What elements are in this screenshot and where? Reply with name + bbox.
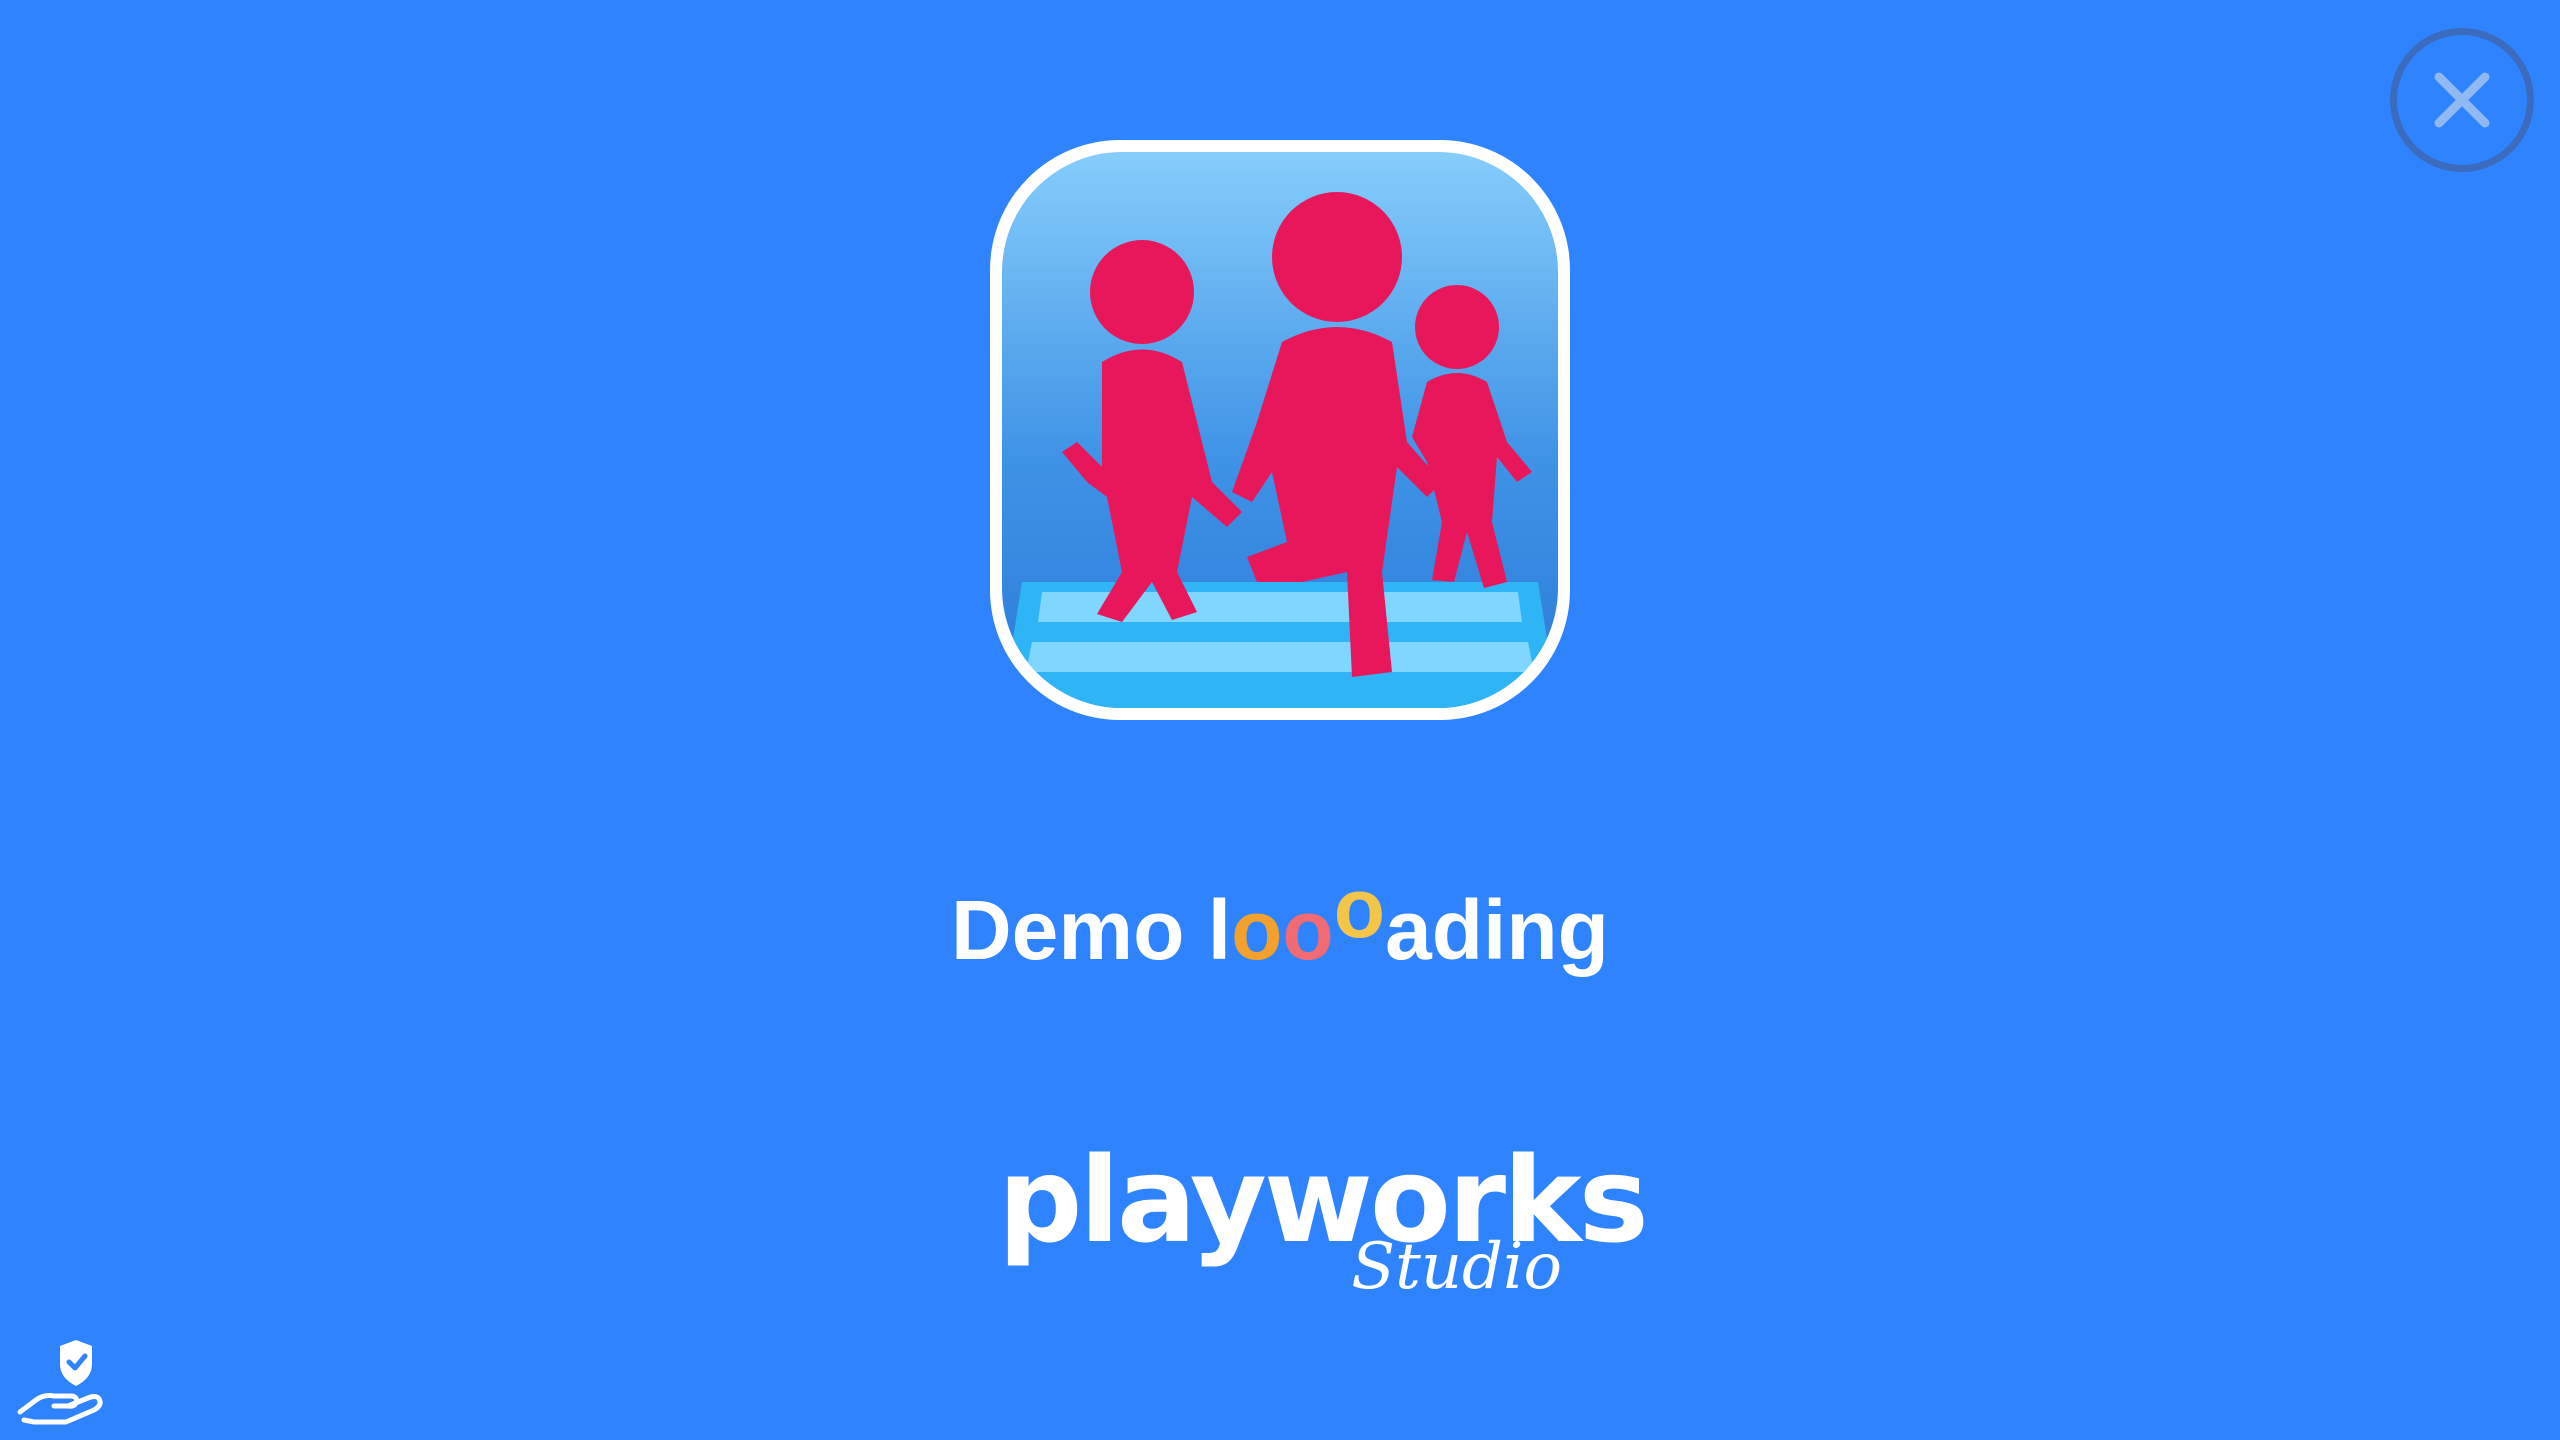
- loading-dot: o: [1282, 883, 1334, 977]
- studio-subword: Studio: [1351, 1230, 1562, 1304]
- loading-message: Demo loooading: [0, 861, 2560, 985]
- privacy-button[interactable]: [14, 1334, 106, 1426]
- loading-dot: o: [1333, 861, 1385, 955]
- app-icon: [990, 140, 1570, 720]
- studio-logo: playworks Studio: [990, 1140, 1649, 1304]
- loading-prefix: Demo l: [951, 883, 1232, 977]
- loading-suffix: ading: [1385, 883, 1609, 977]
- app-icon-artwork: [1002, 152, 1558, 708]
- loading-dot: o: [1231, 883, 1283, 977]
- close-icon: [2434, 72, 2490, 128]
- close-button[interactable]: [2390, 28, 2534, 172]
- privacy-hand-shield-icon: [17, 1340, 103, 1425]
- loading-screen: Demo loooading playworks Studio: [0, 0, 2560, 1440]
